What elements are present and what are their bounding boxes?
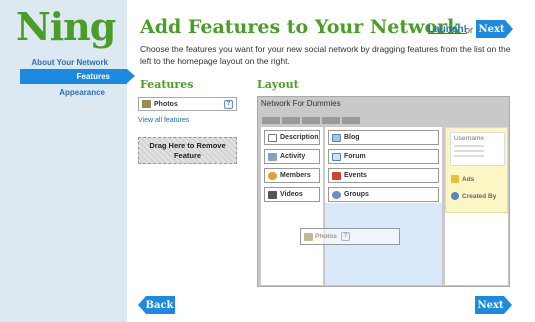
box-label: Groups (344, 191, 369, 198)
layout-box-groups[interactable]: Groups (328, 187, 439, 202)
next-button-top[interactable]: Next (476, 20, 513, 38)
box-label: Forum (344, 153, 366, 160)
ads-icon (451, 175, 459, 183)
forum-icon (332, 152, 341, 161)
info-icon (451, 192, 459, 200)
layout-box-members[interactable]: Members (264, 168, 320, 183)
layout-box-blog[interactable]: Blog (328, 130, 439, 145)
page-title: Add Features to Your Network (140, 16, 461, 38)
layout-tab (302, 117, 320, 124)
layout-box-created-by: Created By (451, 192, 496, 200)
dragging-label: Photos (315, 233, 338, 240)
box-label: Ads (462, 175, 475, 183)
feature-item-label: Photos (154, 100, 178, 108)
layout-box-activity[interactable]: Activity (264, 149, 320, 164)
layout-right-column[interactable]: Username Ads Created By (445, 127, 508, 285)
blog-icon (332, 133, 341, 142)
layout-box-events[interactable]: Events (328, 168, 439, 183)
back-button[interactable]: Back (138, 296, 175, 314)
layout-tab (342, 117, 360, 124)
box-label: Events (344, 172, 367, 179)
activity-icon (268, 152, 277, 161)
groups-icon (332, 190, 341, 199)
help-icon: ? (341, 232, 351, 241)
box-label: Videos (280, 191, 303, 198)
box-label: Members (280, 172, 311, 179)
or-label: or (465, 25, 474, 35)
box-label: Created By (462, 192, 497, 200)
next-button-bottom[interactable]: Next (475, 296, 512, 314)
photo-icon (142, 100, 151, 108)
layout-box-description[interactable]: Description (264, 130, 320, 145)
events-icon (332, 171, 341, 180)
launch-link[interactable]: Launch! (428, 24, 467, 35)
sidebar-item-appearance[interactable]: Appearance (59, 88, 105, 97)
sidebar: Ning About Your Network Features Appeara… (0, 0, 135, 322)
tab-strip (262, 117, 506, 124)
feature-item-photos[interactable]: Photos ? (138, 97, 237, 111)
right-column-locked-area: Username Ads Created By (445, 127, 508, 213)
dragging-feature-photos[interactable]: Photos ? (300, 228, 400, 245)
layout-heading: Layout (257, 78, 299, 91)
layout-box-forum[interactable]: Forum (328, 149, 439, 164)
network-name: Network For Dummies (261, 99, 341, 108)
photo-icon (304, 232, 313, 241)
box-label: Activity (280, 153, 306, 160)
features-heading: Features (140, 78, 194, 91)
layout-preview: Network For Dummies Description Activity… (257, 96, 510, 287)
layout-middle-column[interactable]: Blog Forum Events Groups (325, 127, 442, 285)
username-label: Username (454, 135, 484, 142)
layout-tab (322, 117, 340, 124)
remove-drop-zone[interactable]: Drag Here to Remove Feature (138, 137, 237, 164)
username-box: Username (450, 132, 505, 166)
layout-left-column[interactable]: Description Activity Members Videos (261, 127, 323, 285)
sidebar-item-about-your-network[interactable]: About Your Network (31, 58, 108, 67)
layout-box-ads: Ads (451, 175, 474, 183)
box-label: Blog (344, 134, 360, 141)
layout-tab (262, 117, 280, 124)
box-label: Description (280, 134, 319, 141)
layout-tab (282, 117, 300, 124)
sidebar-item-features[interactable]: Features (20, 69, 135, 84)
intro-text: Choose the features you want for your ne… (140, 44, 511, 66)
view-all-features-link[interactable]: View all features (138, 117, 189, 124)
members-icon (268, 171, 277, 180)
description-icon (268, 133, 277, 142)
videos-icon (268, 190, 277, 199)
ning-logo[interactable]: Ning (16, 4, 116, 49)
help-icon[interactable]: ? (224, 100, 233, 109)
layout-box-videos[interactable]: Videos (264, 187, 320, 202)
